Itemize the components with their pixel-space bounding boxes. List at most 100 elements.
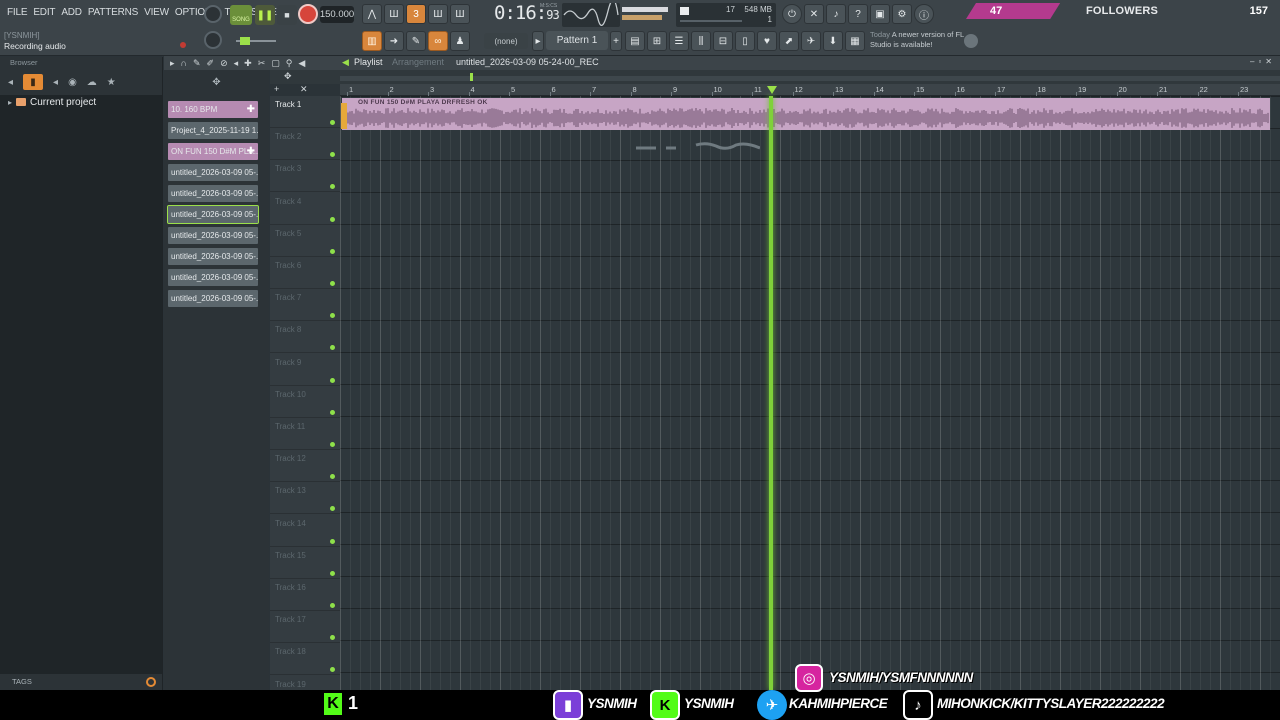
clip-item[interactable]: untitled_2026-03-09 05-... [168,164,258,181]
track-header[interactable]: Track 17 [270,611,340,644]
track-mute-led-icon[interactable] [330,216,335,222]
draw-icon[interactable]: ✎ [193,58,201,69]
clip-item[interactable]: untitled_2026-03-09 05-... [168,248,258,265]
scrollbar-thumb[interactable] [470,73,473,81]
plugin-db-icon[interactable]: ♥ [757,31,777,51]
playlist-play-icon[interactable]: ◀ [342,57,349,68]
menu-edit[interactable]: EDIT [30,6,58,20]
track-header[interactable]: Track 16 [270,579,340,611]
news-panel[interactable]: Today A newer version of FL Studio is av… [870,30,970,50]
stamp-icon[interactable]: ♟ [450,31,470,51]
master-pitch-knob[interactable] [204,31,222,49]
clip-item[interactable]: Project_4_2025-11-19 1... [168,122,258,139]
arrow-right-icon[interactable]: ➜ [384,31,404,51]
clip-item[interactable]: untitled_2026-03-09 05-... [168,290,258,307]
master-slider-handle[interactable] [240,37,250,45]
power-icon[interactable]: ⏻ [782,4,802,24]
clip-item[interactable]: 10. 160 BPM ✚ [168,101,258,118]
clip-item[interactable]: ON FUN 150 D#M PLA... ✚ [168,143,258,160]
stop-button[interactable]: ■ [277,5,297,25]
clip-add-icon[interactable]: ✚ [247,101,255,118]
track-header[interactable]: Track 11 [270,418,340,450]
track-mute-led-icon[interactable] [330,635,335,641]
metronome-icon[interactable]: ⋀ [362,4,382,24]
track-mute-led-icon[interactable] [330,120,335,125]
pan-icon[interactable]: ✥ [284,71,292,82]
track-header[interactable]: Track 4 [270,193,340,225]
close-track-icon[interactable]: ✕ [300,84,308,95]
select-icon[interactable]: ▢ [271,58,280,69]
track-mute-led-icon[interactable] [330,377,335,383]
playlist-grid[interactable] [340,96,1280,690]
track-header[interactable]: Track 8 [270,321,340,354]
track-header[interactable]: Track 14 [270,515,340,547]
horizontal-scrollbar[interactable] [340,76,1280,81]
clip-item[interactable]: untitled_2026-03-09 05-... [168,185,258,202]
track-header[interactable]: Track 7 [270,289,340,322]
midi-icon[interactable]: ⚙ [892,4,912,24]
paint-icon[interactable]: ✐ [207,58,215,69]
clip-start-marker[interactable] [341,103,347,129]
audio-clip[interactable]: ON FUN 150 D#M PLAYA DRFRESH OK [342,98,1270,130]
track-header[interactable]: Track 1 [270,96,340,128]
playhead-marker-icon[interactable] [767,86,777,94]
clip-item[interactable]: untitled_2026-03-09 05-... [168,227,258,244]
track-header[interactable]: Track 10 [270,386,340,418]
slip-icon[interactable]: ✚ [244,58,252,69]
menu-patterns[interactable]: PATTERNS [85,6,141,20]
master-volume-knob[interactable] [204,5,222,23]
magnet-icon[interactable]: ∩ [181,58,187,69]
picker-move-icon[interactable]: ✥ [212,77,220,88]
track-header[interactable]: Track 18 [270,643,340,676]
browser-icon[interactable]: ▯ [735,31,755,51]
microphone-icon[interactable]: ♪ [826,4,846,24]
template-icon[interactable]: ✈ [801,31,821,51]
track-mute-led-icon[interactable] [330,313,335,319]
plugin-icon[interactable]: ⊟ [713,31,733,51]
track-header[interactable]: Track 13 [270,482,340,515]
track-mute-led-icon[interactable] [330,538,335,544]
slice-icon[interactable]: ✂ [258,58,266,69]
menu-view[interactable]: VIEW [141,6,172,20]
timeline-ruler[interactable]: 1 2 3 4 5 6 7 8 9 10 11 12 13 14 15 16 17 18 19 20 21 22 23 [340,84,1280,96]
zoom-icon[interactable]: ⚲ [286,58,293,69]
track-mute-led-icon[interactable] [330,281,335,286]
browser-files-icon[interactable]: ▮ [23,74,44,90]
track-mute-led-icon[interactable] [330,345,335,351]
track-mute-led-icon[interactable] [330,152,335,158]
snap-select[interactable]: (none) [484,33,528,49]
clip-item[interactable]: untitled_2026-03-09 05-... [167,205,259,224]
menu-file[interactable]: FILE [4,6,30,20]
tree-item-current-project[interactable]: ▸ Current project [0,95,162,109]
clip-item[interactable]: untitled_2026-03-09 05-... [168,269,258,286]
track-header[interactable]: Track 5 [270,225,340,257]
mixer-icon[interactable]: ☰ [669,31,689,51]
help-icon[interactable]: ? [848,4,868,24]
expand-arrow-icon[interactable]: ▸ [8,98,12,107]
tempo-display[interactable]: 150.000 [320,6,354,23]
track-mute-led-icon[interactable] [330,248,335,254]
track-header[interactable]: Track 12 [270,450,340,483]
track-header[interactable]: Track 3 [270,160,340,193]
globe-icon[interactable] [964,34,978,48]
pattern-add-icon[interactable]: + [610,31,622,51]
delete-icon[interactable]: ⊘ [220,58,228,69]
track-mute-led-icon[interactable] [330,667,335,673]
eq-icon[interactable]: ⫼ [691,31,711,51]
export-icon[interactable]: ⬇ [823,31,843,51]
track-mute-led-icon[interactable] [330,506,335,512]
back-icon[interactable]: ◂ [8,77,13,88]
track-mute-led-icon[interactable] [330,570,335,576]
track-header[interactable]: Track 2 [270,128,340,161]
piano-roll-icon[interactable]: ▥ [362,31,382,51]
mixer-close-icon[interactable]: ✕ [804,4,824,24]
loop-record-icon[interactable]: Ш [450,4,470,24]
link-icon[interactable]: ∞ [428,31,448,51]
pattern-prev-icon[interactable]: ▸ [532,31,544,51]
countdown-icon[interactable]: 3 [406,4,426,24]
wait-input-icon[interactable]: Ш [384,4,404,24]
track-mute-led-icon[interactable] [330,474,335,480]
brush-icon[interactable]: ✎ [406,31,426,51]
star-icon[interactable]: ★ [107,77,116,88]
search-icon[interactable] [146,677,156,687]
